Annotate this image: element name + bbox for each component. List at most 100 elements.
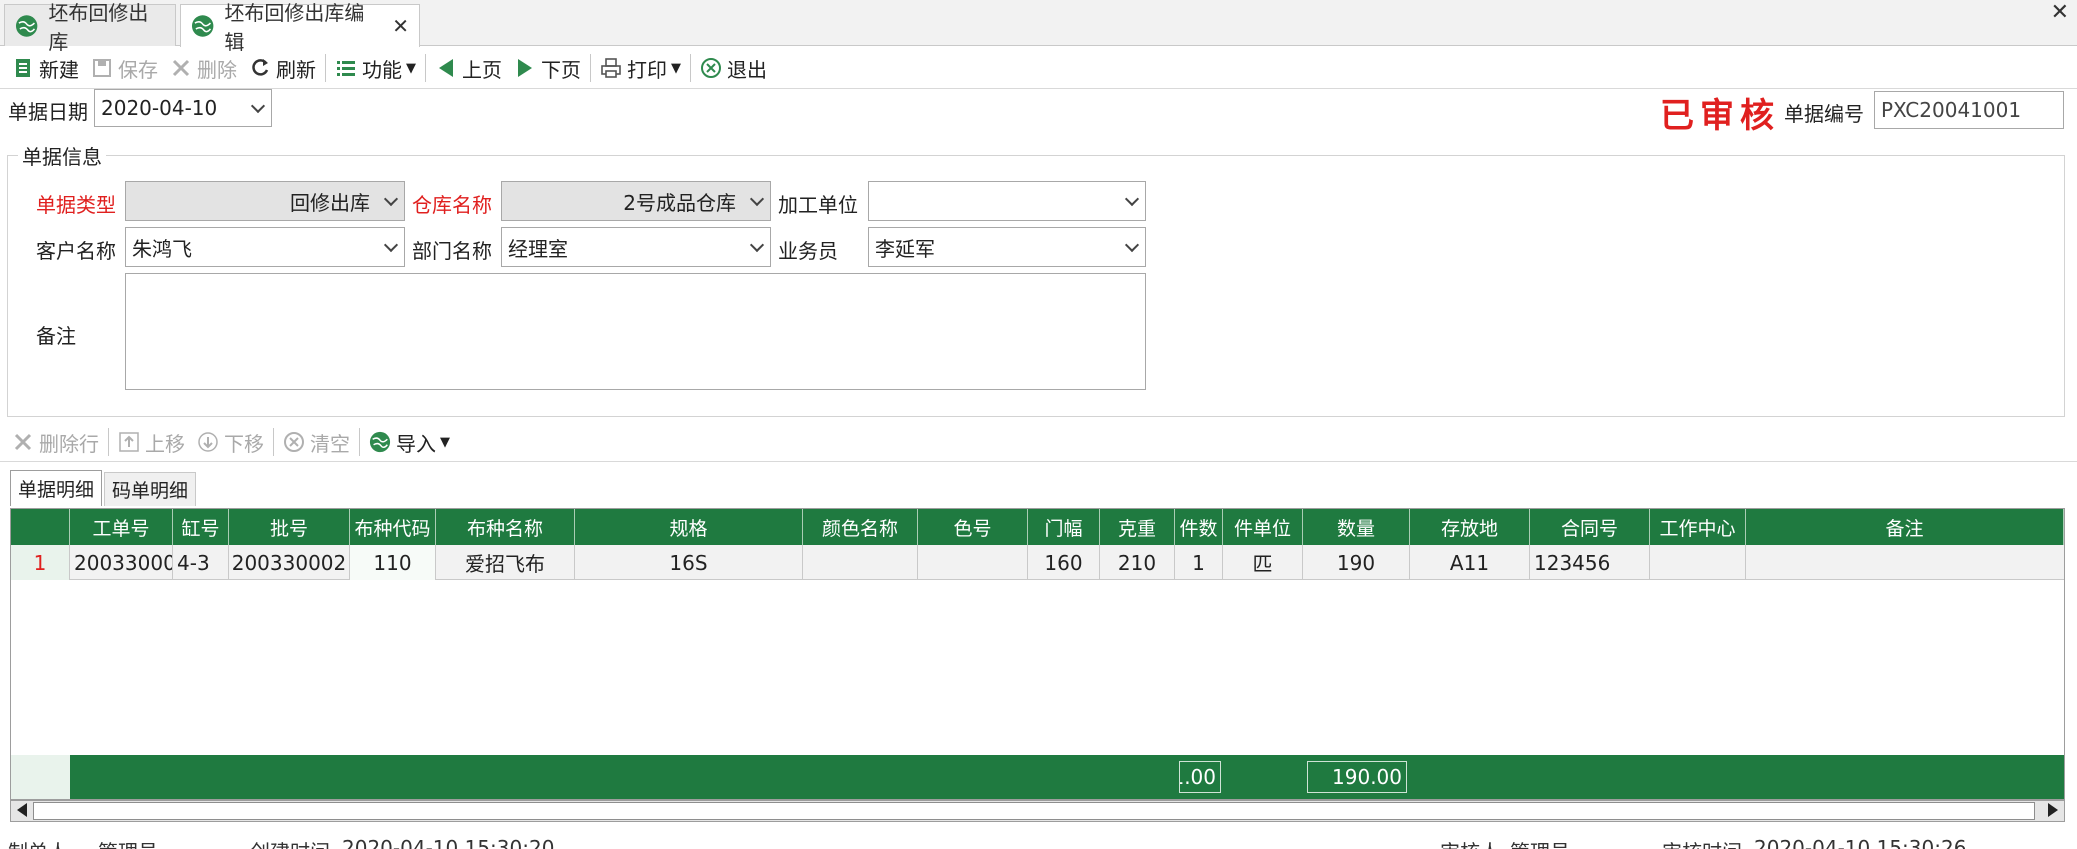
triangle-left-icon <box>439 59 453 77</box>
audit-status-stamp: 已审核 <box>1660 96 1780 136</box>
warehouse-label: 仓库名称 <box>412 193 492 217</box>
column-header[interactable]: 门幅 <box>1028 509 1100 545</box>
tab-code-detail[interactable]: 码单明细 <box>104 472 196 506</box>
chevron-down-icon <box>1124 191 1140 207</box>
grid-header-index <box>11 509 70 545</box>
scroll-left-icon[interactable] <box>17 803 27 817</box>
table-cell[interactable]: 160 <box>1028 545 1100 580</box>
toolbar-divider <box>690 54 691 82</box>
window-close-icon[interactable]: ✕ <box>2051 0 2069 25</box>
delete-row-button[interactable]: 删除行 <box>6 424 105 460</box>
table-cell[interactable]: 爱招飞布 <box>436 545 575 580</box>
table-cell[interactable]: 123456 <box>1530 545 1650 580</box>
column-header[interactable]: 颜色名称 <box>803 509 918 545</box>
prev-page-button[interactable]: 上页 <box>429 50 508 86</box>
column-header[interactable]: 件单位 <box>1223 509 1303 545</box>
column-header[interactable]: 克重 <box>1100 509 1175 545</box>
remark-textarea[interactable] <box>125 273 1146 390</box>
date-field[interactable]: 2020-04-10 <box>94 89 272 127</box>
close-icon[interactable]: ✕ <box>392 14 409 38</box>
column-header[interactable]: 布种代码 <box>350 509 436 545</box>
scrollbar-thumb[interactable] <box>33 802 2035 820</box>
remark-label: 备注 <box>36 324 76 348</box>
auditor-value: 管理员 <box>1510 836 1570 849</box>
new-doc-icon <box>16 59 30 77</box>
save-button[interactable]: 保存 <box>85 50 164 86</box>
column-header[interactable]: 工单号 <box>70 509 173 545</box>
exit-button[interactable]: 退出 <box>694 50 773 86</box>
horizontal-scrollbar[interactable] <box>10 800 2065 822</box>
column-header[interactable]: 合同号 <box>1530 509 1650 545</box>
detail-grid[interactable]: 工单号 缸号 批号 布种代码 布种名称 规格 颜色名称 色号 门幅 克重 件数 … <box>10 508 2065 800</box>
next-page-button[interactable]: 下页 <box>508 50 587 86</box>
department-label: 部门名称 <box>412 239 492 263</box>
column-header[interactable]: 布种名称 <box>436 509 575 545</box>
delete-x-icon <box>14 433 32 451</box>
main-toolbar: 新建 保存 删除 刷新 功能 ▼ 上页 下页 打印 ▼ 退出 <box>0 48 2077 88</box>
column-header[interactable]: 件数 <box>1175 509 1223 545</box>
refresh-button[interactable]: 刷新 <box>243 50 322 86</box>
table-cell[interactable]: 20033000 <box>70 545 173 580</box>
column-header[interactable]: 数量 <box>1303 509 1410 545</box>
auditor-label: 审核人 <box>1440 836 1500 849</box>
delete-x-icon <box>172 59 190 77</box>
chevron-down-icon <box>1124 237 1140 253</box>
toolbar-divider <box>590 54 591 82</box>
move-down-button[interactable]: 下移 <box>191 424 270 460</box>
pieces-total: 1.00 <box>1179 761 1221 793</box>
warehouse-select[interactable]: 2号成品仓库 <box>501 181 771 221</box>
document-number-field[interactable]: PXC20041001 <box>1874 91 2064 129</box>
function-menu-button[interactable]: 功能 ▼ <box>329 50 422 86</box>
row-index: 1 <box>11 545 70 580</box>
toolbar-divider <box>108 428 109 456</box>
column-header[interactable]: 缸号 <box>173 509 229 545</box>
table-row[interactable]: 1 20033000 4-3 200330002 110 爱招飞布 16S 16… <box>11 545 2064 580</box>
staff-select[interactable]: 李延军 <box>868 227 1146 267</box>
table-cell[interactable]: 110 <box>350 545 436 580</box>
print-button[interactable]: 打印 ▼ <box>594 50 687 86</box>
department-select[interactable]: 经理室 <box>501 227 771 267</box>
toolbar-divider <box>325 54 326 82</box>
tab-label: 坯布回修出库编辑 <box>224 1 365 54</box>
table-cell[interactable] <box>918 545 1028 580</box>
document-type-select[interactable]: 回修出库 <box>125 181 405 221</box>
table-cell[interactable]: 200330002 <box>229 545 350 580</box>
move-up-button[interactable]: 上移 <box>112 424 191 460</box>
tab-detail[interactable]: 单据明细 <box>10 470 102 506</box>
customer-select[interactable]: 朱鸿飞 <box>125 227 405 267</box>
table-cell[interactable]: 4-3 <box>173 545 229 580</box>
processor-select[interactable] <box>868 181 1146 221</box>
import-menu-button[interactable]: 导入 ▼ <box>363 424 456 460</box>
table-cell[interactable]: 1 <box>1175 545 1223 580</box>
table-cell[interactable]: 16S <box>575 545 803 580</box>
column-header[interactable]: 规格 <box>575 509 803 545</box>
column-header[interactable]: 存放地 <box>1410 509 1530 545</box>
table-cell[interactable]: 210 <box>1100 545 1175 580</box>
tab-bar: 坯布回修出库 坯布回修出库编辑 ✕ ✕ <box>0 0 2077 54</box>
tab-list[interactable]: 坯布回修出库 <box>4 1 176 54</box>
delete-button[interactable]: 删除 <box>164 50 243 86</box>
audit-time-value: 2020-04-10 15:30:26 <box>1754 836 1967 849</box>
clear-button[interactable]: 清空 <box>277 424 356 460</box>
table-cell[interactable] <box>803 545 918 580</box>
column-header[interactable]: 批号 <box>229 509 350 545</box>
table-cell[interactable]: 190 <box>1303 545 1410 580</box>
creator-label: 制单人 <box>8 836 68 849</box>
customer-label: 客户名称 <box>36 239 116 263</box>
table-cell[interactable]: A11 <box>1410 545 1530 580</box>
column-header[interactable]: 备注 <box>1746 509 2064 545</box>
table-cell[interactable] <box>1650 545 1746 580</box>
table-cell[interactable] <box>1746 545 2064 580</box>
quantity-total: 190.00 <box>1307 761 1407 793</box>
column-header[interactable]: 色号 <box>918 509 1028 545</box>
chevron-down-icon <box>749 237 765 253</box>
column-header[interactable]: 工作中心 <box>1650 509 1746 545</box>
tab-edit[interactable]: 坯布回修出库编辑 ✕ <box>180 1 420 54</box>
printer-icon <box>601 58 621 78</box>
scroll-right-icon[interactable] <box>2048 803 2058 817</box>
triangle-right-icon <box>518 59 532 77</box>
table-cell[interactable]: 匹 <box>1223 545 1303 580</box>
new-button[interactable]: 新建 <box>6 50 85 86</box>
processor-label: 加工单位 <box>778 193 858 217</box>
save-icon <box>93 59 111 77</box>
